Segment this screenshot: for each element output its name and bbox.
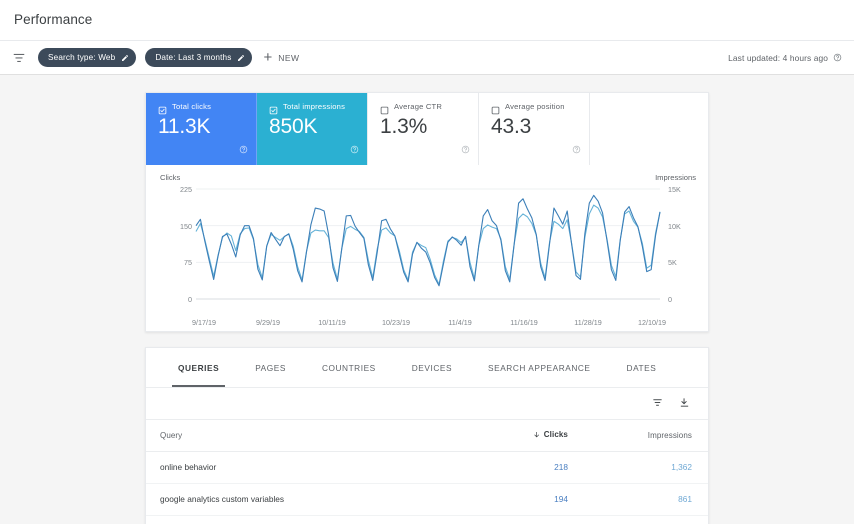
metric-value: 11.3K bbox=[158, 115, 211, 138]
arrow-down-icon bbox=[534, 431, 539, 437]
metric-label: Total impressions bbox=[283, 102, 346, 111]
metric-value: 1.3% bbox=[380, 115, 428, 138]
filter-list-icon[interactable] bbox=[652, 395, 663, 413]
x-axis-tick: 11/28/19 bbox=[574, 318, 602, 327]
x-axis-tick: 11/16/19 bbox=[510, 318, 538, 327]
download-icon[interactable] bbox=[679, 395, 690, 413]
y-axis-left-tick: 225 bbox=[180, 185, 192, 194]
y-axis-left-tick: 75 bbox=[184, 258, 192, 268]
chip-search-type[interactable]: Search type: Web bbox=[38, 48, 137, 67]
metric-tile-header: Total clicks bbox=[158, 102, 256, 115]
tab-label: DEVICES bbox=[411, 362, 453, 373]
sort-indicator-wrap: Clicks bbox=[533, 430, 568, 439]
column-header-impressions[interactable]: Impressions bbox=[589, 420, 708, 452]
tab-queries[interactable]: QUERIES bbox=[160, 348, 237, 387]
table-toolbar bbox=[146, 388, 708, 420]
x-axis-tick: 10/23/19 bbox=[382, 318, 410, 327]
filter-list-icon[interactable] bbox=[10, 49, 28, 67]
y-axis-right-tick: 5K bbox=[668, 258, 677, 268]
cell-impressions: 861 bbox=[589, 483, 708, 516]
queries-table: Query Clicks Impressions online behavior… bbox=[146, 420, 708, 516]
performance-page: Performance Search type: Web Date: Last … bbox=[0, 0, 854, 524]
performance-chart[interactable]: Clicks Impressions 225 150 75 0 15K 10K 5K 0 9… bbox=[146, 165, 708, 333]
tab-label: COUNTRIES bbox=[321, 362, 376, 373]
tab-dates[interactable]: DATES bbox=[609, 348, 675, 387]
cell-query: online behavior bbox=[146, 451, 472, 484]
last-updated-text: Last updated: 4 hours ago bbox=[728, 52, 828, 63]
y-axis-right-tick: 15K bbox=[668, 185, 681, 194]
column-header-clicks[interactable]: Clicks bbox=[471, 420, 590, 452]
cell-clicks: 194 bbox=[471, 483, 590, 516]
x-axis-tick: 11/4/19 bbox=[448, 318, 472, 327]
tab-pages[interactable]: PAGES bbox=[237, 348, 304, 387]
metric-tiles: Total clicks 11.3K Total impressions 850… bbox=[146, 93, 708, 165]
table-row[interactable]: online behavior 218 1,362 bbox=[146, 451, 708, 484]
metric-label: Average CTR bbox=[394, 102, 443, 111]
y-axis-left-tick: 150 bbox=[180, 221, 192, 231]
new-filter-label: NEW bbox=[278, 52, 300, 63]
x-axis-tick: 12/10/19 bbox=[638, 318, 666, 327]
cell-impressions: 1,362 bbox=[589, 451, 708, 484]
tab-label: SEARCH APPEARANCE bbox=[488, 362, 591, 373]
help-circle-icon[interactable] bbox=[833, 53, 842, 62]
checkbox-unchecked-icon[interactable] bbox=[491, 102, 500, 115]
table-body: online behavior 218 1,362 google analytics … bbox=[146, 451, 708, 516]
column-header-clicks-label: Clicks bbox=[543, 430, 568, 439]
chip-date-range[interactable]: Date: Last 3 months bbox=[145, 48, 253, 67]
metric-tile-header: Average CTR bbox=[380, 102, 478, 115]
metric-value: 43.3 bbox=[491, 115, 532, 138]
pencil-icon[interactable] bbox=[121, 54, 129, 62]
table-head: Query Clicks Impressions bbox=[146, 420, 708, 452]
column-header-query[interactable]: Query bbox=[146, 420, 472, 452]
new-filter-button[interactable]: + NEW bbox=[263, 50, 299, 65]
checkbox-unchecked-icon[interactable] bbox=[380, 102, 389, 115]
help-circle-icon[interactable] bbox=[350, 141, 359, 159]
x-axis-tick: 9/17/19 bbox=[192, 318, 216, 327]
help-circle-icon[interactable] bbox=[572, 141, 581, 159]
y-axis-right-tick: 10K bbox=[668, 221, 681, 231]
metric-tile-average-ctr[interactable]: Average CTR 1.3% bbox=[368, 93, 479, 165]
plus-icon: + bbox=[263, 49, 273, 66]
metric-tile-total-impressions[interactable]: Total impressions 850K bbox=[257, 93, 368, 165]
metric-label: Total clicks bbox=[172, 102, 212, 111]
tab-label: PAGES bbox=[255, 362, 286, 373]
x-axis-tick: 10/11/19 bbox=[318, 318, 346, 327]
metric-value: 850K bbox=[269, 115, 318, 138]
page-header: Performance bbox=[0, 0, 854, 40]
metric-tiles-filler bbox=[590, 93, 708, 165]
chip-date-range-label: Date: Last 3 months bbox=[155, 53, 232, 62]
page-title: Performance bbox=[14, 12, 93, 27]
chart-plot-area bbox=[195, 188, 661, 300]
dimension-tabs: QUERIES PAGES COUNTRIES DEVICES SEARCH APPEA… bbox=[146, 348, 708, 388]
metric-tile-total-clicks[interactable]: Total clicks 11.3K bbox=[146, 93, 257, 165]
tab-label: QUERIES bbox=[178, 362, 220, 373]
tab-label: DATES bbox=[626, 362, 657, 373]
pencil-icon[interactable] bbox=[237, 54, 245, 62]
cell-query: google analytics custom variables bbox=[146, 483, 472, 516]
dimension-table-panel: QUERIES PAGES COUNTRIES DEVICES SEARCH APPEA… bbox=[145, 347, 709, 524]
checkbox-checked-icon[interactable] bbox=[269, 102, 278, 115]
filter-bar: Search type: Web Date: Last 3 months + N… bbox=[0, 40, 854, 75]
y-axis-left-tick: 0 bbox=[188, 295, 192, 304]
cell-clicks: 218 bbox=[471, 451, 590, 484]
last-updated: Last updated: 4 hours ago bbox=[728, 53, 842, 63]
help-circle-icon[interactable] bbox=[239, 141, 248, 159]
help-circle-icon[interactable] bbox=[461, 141, 470, 159]
tab-devices[interactable]: DEVICES bbox=[394, 348, 470, 387]
table-header-row: Query Clicks Impressions bbox=[146, 420, 708, 452]
performance-chart-panel: Total clicks 11.3K Total impressions 850… bbox=[145, 92, 709, 332]
metric-tile-header: Average position bbox=[491, 102, 589, 115]
chip-search-type-label: Search type: Web bbox=[48, 53, 116, 62]
metric-tile-header: Total impressions bbox=[269, 102, 367, 115]
table-row[interactable]: google analytics custom variables 194 861 bbox=[146, 483, 708, 516]
checkbox-checked-icon[interactable] bbox=[158, 102, 167, 115]
x-axis-tick: 9/29/19 bbox=[256, 318, 280, 327]
y-axis-right-tick: 0 bbox=[668, 295, 672, 304]
metric-tile-average-position[interactable]: Average position 43.3 bbox=[479, 93, 590, 165]
tab-search-appearance[interactable]: SEARCH APPEARANCE bbox=[470, 348, 609, 387]
metric-label: Average position bbox=[505, 102, 565, 111]
tab-countries[interactable]: COUNTRIES bbox=[304, 348, 394, 387]
